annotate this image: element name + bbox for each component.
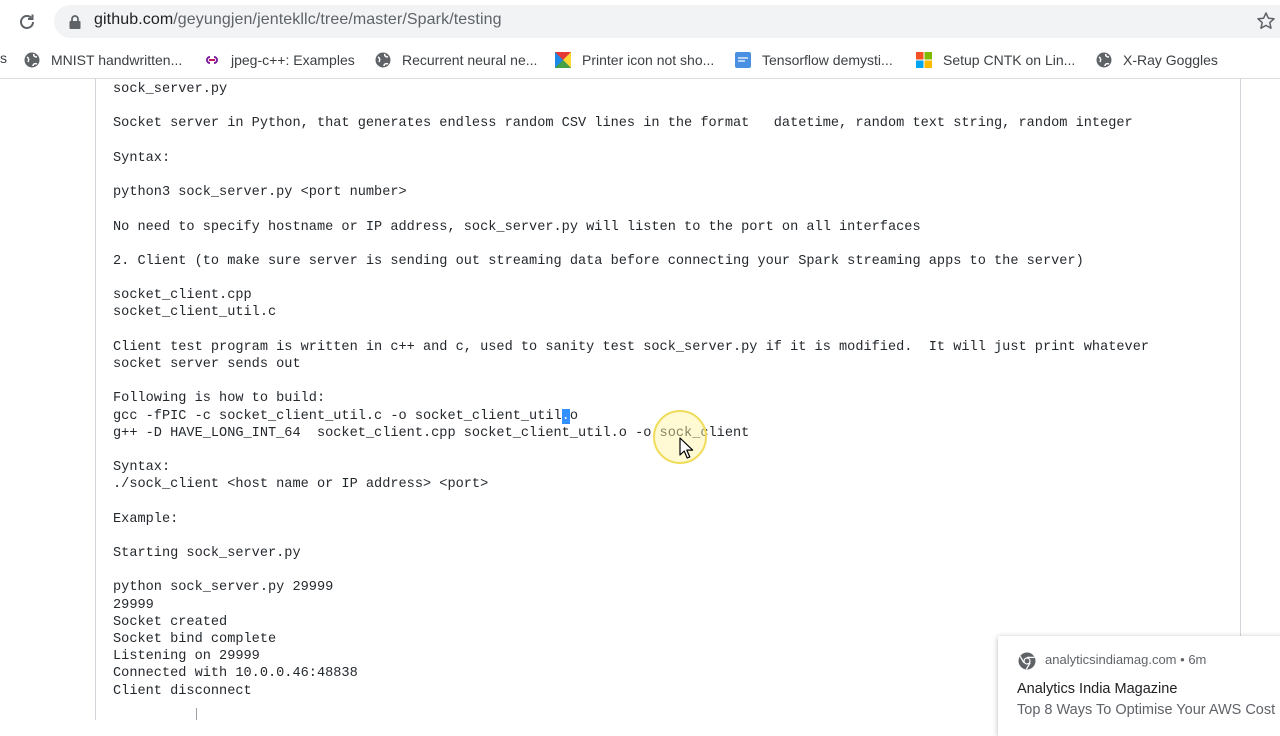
bookmark-label: MNIST handwritten...: [51, 52, 183, 68]
readme-line: [113, 98, 1233, 115]
bookmark-label: Printer icon not sho...: [582, 52, 715, 68]
globe-icon: [375, 52, 391, 68]
readme-line-text: Listening on 29999: [113, 649, 260, 665]
readme-line-text: Following is how to build:: [113, 391, 326, 407]
windows-logo-icon: [916, 52, 932, 68]
chrome-icon: [1018, 652, 1036, 670]
readme-line: [113, 494, 1233, 511]
bookmark-cntk[interactable]: Setup CNTK on Lin...: [916, 50, 1075, 70]
readme-line: [113, 373, 1233, 390]
colorful-square-icon: [555, 52, 571, 68]
readme-line: [113, 322, 1233, 339]
readme-line: Syntax:: [113, 150, 1233, 167]
reload-icon[interactable]: [14, 9, 40, 35]
readme-line-text: No need to specify hostname or IP addres…: [113, 219, 921, 235]
readme-line-text: ./sock_client <host name or IP address> …: [113, 477, 489, 493]
browser-toolbar: github.com/geyungjen/jentekllc/tree/mast…: [0, 0, 1280, 42]
bookmark-label: Tensorflow demysti...: [762, 52, 893, 68]
readme-line: [113, 236, 1233, 253]
url-text[interactable]: github.com/geyungjen/jentekllc/tree/mast…: [94, 11, 502, 29]
readme-line-text: Syntax:: [113, 460, 171, 476]
bookmark-label: X-Ray Goggles: [1123, 52, 1218, 68]
readme-line: socket_client.cpp: [113, 287, 1233, 304]
link-icon: [206, 56, 218, 64]
bookmark-edge-fragment[interactable]: s: [0, 50, 7, 66]
readme-line: ./sock_client <host name or IP address> …: [113, 476, 1233, 493]
readme-line-text: Connected with 10.0.0.46:48838: [113, 666, 358, 682]
globe-icon: [1096, 52, 1112, 68]
readme-line-text: Example:: [113, 511, 179, 527]
readme-text: sock_server.py Socket server in Python, t…: [113, 81, 1233, 700]
readme-line: [113, 167, 1233, 184]
notification-age: 6m: [1188, 652, 1207, 667]
readme-line-text: Socket bind complete: [113, 632, 277, 647]
readme-line: Example:: [113, 511, 1233, 528]
readme-line-text: Starting sock_server.py: [113, 546, 301, 562]
readme-line: python3 sock_server.py <port number>: [113, 184, 1233, 201]
readme-line: Socket created: [113, 614, 1233, 631]
bookmark-xray[interactable]: X-Ray Goggles: [1096, 50, 1218, 70]
readme-line: Client test program is written in c++ an…: [113, 339, 1233, 356]
readme-line-text: o: [569, 408, 579, 424]
readme-line: 2. Client (to make sure server is sendin…: [113, 253, 1233, 270]
mouse-pointer-icon: [679, 437, 694, 459]
bookmark-label: jpeg-c++: Examples: [231, 52, 355, 68]
globe-icon: [24, 52, 40, 68]
bookmark-mnist[interactable]: MNIST handwritten...: [24, 50, 182, 70]
readme-line-text: Client test program is written in c++ an…: [113, 339, 1150, 355]
readme-line: [113, 133, 1233, 150]
notification-separator: •: [1180, 652, 1185, 667]
notification-toast[interactable]: analyticsindiamag.com • 6m Analytics Ind…: [998, 636, 1280, 736]
file-box-border-right: [1240, 79, 1241, 720]
text-selection: .: [561, 408, 570, 424]
url-path: /geyungjen/jentekllc/tree/master/Spark/t…: [173, 11, 502, 28]
readme-line-text: Socket server in Python, that generates …: [113, 116, 1133, 132]
bookmark-jpeg[interactable]: jpeg-c++: Examples: [204, 50, 355, 70]
bookmark-rnn[interactable]: Recurrent neural ne...: [375, 50, 537, 70]
readme-line: 29999: [113, 597, 1233, 614]
readme-line: socket_client_util.c: [113, 304, 1233, 321]
readme-line-text: python sock_server.py 29999: [113, 580, 334, 596]
bookmark-label: Setup CNTK on Lin...: [943, 52, 1076, 68]
readme-content: sock_server.py Socket server in Python, t…: [0, 79, 1280, 720]
readme-line-text: Client disconnect: [113, 683, 252, 699]
bookmark-printer[interactable]: Printer icon not sho...: [555, 50, 714, 70]
readme-line: Starting sock_server.py: [113, 545, 1233, 562]
notification-body: Top 8 Ways To Optimise Your AWS Cost: [1017, 702, 1276, 718]
blue-doc-icon: [735, 52, 751, 68]
readme-line: sock_server.py: [113, 81, 1233, 98]
lock-icon: [69, 15, 81, 29]
readme-line-text: socket server sends out: [113, 357, 301, 372]
readme-line: [113, 562, 1233, 579]
notification-source: analyticsindiamag.com • 6m: [1045, 652, 1206, 667]
notification-source-host: analyticsindiamag.com: [1045, 652, 1177, 667]
bookmark-star-icon[interactable]: [1256, 11, 1276, 31]
file-box-border-left: [95, 79, 96, 720]
address-bar[interactable]: github.com/geyungjen/jentekllc/tree/mast…: [54, 5, 1280, 38]
readme-line-text: socket_client_util.c: [113, 305, 277, 321]
readme-line: [113, 270, 1233, 287]
bookmarks-bar: s MNIST handwritten... jpeg-c++: Example…: [0, 42, 1280, 79]
readme-line: [113, 528, 1233, 545]
readme-line: Socket server in Python, that generates …: [113, 115, 1233, 132]
readme-line-text: Socket created: [113, 614, 228, 630]
readme-line-text: socket_client.cpp: [113, 288, 252, 304]
readme-line: No need to specify hostname or IP addres…: [113, 219, 1233, 236]
readme-line-text: sock_server.py: [113, 82, 228, 97]
bookmark-tensorflow[interactable]: Tensorflow demysti...: [735, 50, 893, 70]
readme-line: [113, 201, 1233, 218]
taskbar-divider: [196, 708, 197, 720]
readme-line: socket server sends out: [113, 356, 1233, 373]
readme-line-text: 29999: [113, 597, 154, 613]
readme-line-text: Syntax:: [113, 150, 171, 166]
notification-title: Analytics India Magazine: [1017, 681, 1178, 697]
url-host: github.com: [94, 11, 174, 28]
bookmark-label: Recurrent neural ne...: [402, 52, 538, 68]
readme-line: Following is how to build:: [113, 390, 1233, 407]
readme-line-text: python3 sock_server.py <port number>: [113, 185, 407, 201]
readme-line-text: 2. Client (to make sure server is sendin…: [113, 253, 1084, 269]
readme-line-text: gcc -fPIC -c socket_client_util.c -o soc…: [113, 408, 562, 424]
readme-line: python sock_server.py 29999: [113, 579, 1233, 596]
